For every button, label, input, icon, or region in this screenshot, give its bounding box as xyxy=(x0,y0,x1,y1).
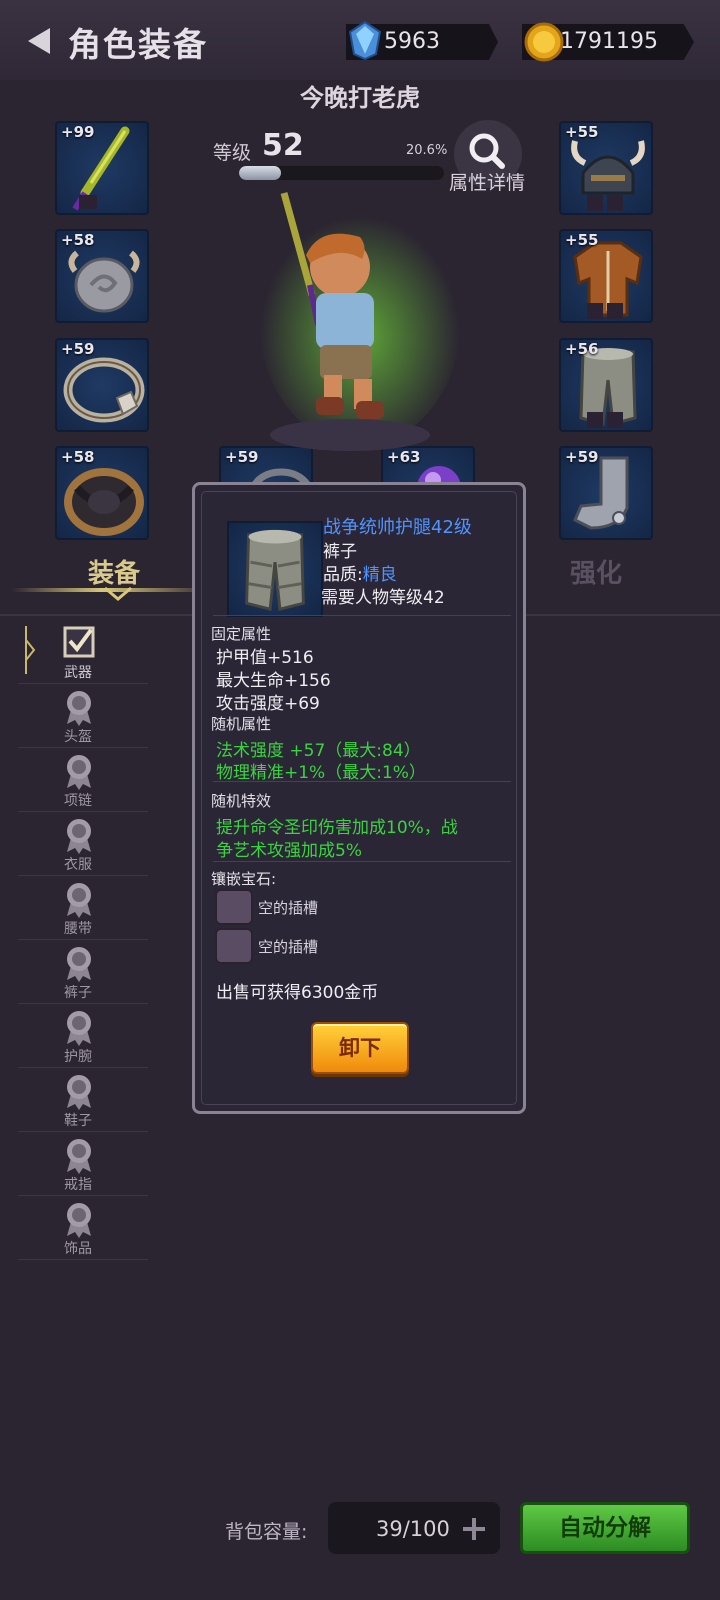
filter-label: 衣服 xyxy=(64,857,92,873)
gem-count: 5963 xyxy=(384,29,440,54)
slot-level: +55 xyxy=(565,231,599,249)
separator xyxy=(213,781,511,782)
separator xyxy=(213,861,511,862)
filter-label: 戒指 xyxy=(64,1177,92,1193)
effect-line-2: 争艺术攻强加成5% xyxy=(216,841,362,861)
sell-price: 出售可获得6300金币 xyxy=(216,983,379,1003)
filter-label: 饰品 xyxy=(64,1241,92,1257)
filter-item-bracer[interactable]: 护腕 xyxy=(18,1004,148,1068)
character-name: 今晚打老虎 xyxy=(300,84,420,112)
filter-label: 鞋子 xyxy=(64,1113,92,1129)
badge-icon xyxy=(67,883,91,918)
random-attr-precision: 物理精准+1%（最大:1%） xyxy=(216,763,426,783)
filter-item-belt[interactable]: 腰带 xyxy=(18,876,148,940)
filter-item-necklace[interactable]: 项链 xyxy=(18,748,148,812)
slot-level: +58 xyxy=(61,448,95,466)
filter-label: 项链 xyxy=(64,793,92,809)
page-title: 角色装备 xyxy=(68,25,208,64)
exp-bar xyxy=(239,166,444,180)
effect-line-1: 提升命令圣印伤害加成10%，战 xyxy=(216,818,458,838)
badge-icon xyxy=(67,755,91,790)
auto-decompose-button[interactable]: 自动分解 xyxy=(520,1502,690,1554)
filter-item-clothes[interactable]: 衣服 xyxy=(18,812,148,876)
level-label: 等级 xyxy=(213,142,252,164)
item-type: 裤子 xyxy=(323,542,357,562)
exp-percent: 20.6% xyxy=(406,143,448,158)
weapon-slot[interactable]: +99 xyxy=(55,121,149,215)
filter-item-weapon[interactable]: 武器 xyxy=(18,620,148,684)
filter-item-pants[interactable]: 裤子 xyxy=(18,940,148,1004)
back-icon[interactable] xyxy=(26,26,54,56)
gem-socket-1-label: 空的插槽 xyxy=(258,899,319,917)
gem-socket-1[interactable] xyxy=(215,889,253,925)
required-level: 需要人物等级42 xyxy=(321,588,445,608)
item-detail-popup: 战争统帅护腿42级 裤子 品质:精良 需要人物等级42 固定属性 护甲值+516… xyxy=(192,482,526,1114)
chevron-down-icon xyxy=(104,586,132,601)
fixed-attr-attack: 攻击强度+69 xyxy=(216,694,320,714)
badge-icon xyxy=(67,947,91,982)
badge-icon xyxy=(67,691,91,726)
badge-icon xyxy=(67,1075,91,1110)
level-value: 52 xyxy=(262,128,304,163)
separator xyxy=(213,615,511,616)
slot-level: +56 xyxy=(565,340,599,358)
slot-level: +58 xyxy=(61,231,95,249)
exp-bar-fill xyxy=(239,166,282,180)
gem-socket-2-label: 空的插槽 xyxy=(258,938,319,956)
ring-slot[interactable]: +59 xyxy=(55,338,149,432)
badge-icon xyxy=(67,819,91,854)
tab-equip[interactable]: 装备 xyxy=(88,553,140,590)
armor-slot[interactable]: +55 xyxy=(559,229,653,323)
quality-value: 精良 xyxy=(362,565,397,585)
quality-label: 品质: xyxy=(323,565,363,585)
filter-item-helmet[interactable]: 头盔 xyxy=(18,684,148,748)
tab-enhance[interactable]: 强化 xyxy=(570,553,622,590)
item-icon-frame xyxy=(227,521,323,617)
badge-icon xyxy=(67,1011,91,1046)
slot-level: +55 xyxy=(565,123,599,141)
filter-label: 护腕 xyxy=(64,1049,92,1065)
pants-slot[interactable]: +56 xyxy=(559,338,653,432)
slot-level: +59 xyxy=(61,340,95,358)
fixed-attr-armor: 护甲值+516 xyxy=(216,648,314,668)
filter-label: 裤子 xyxy=(64,985,92,1001)
bag-capacity-value: 39/100 xyxy=(376,1517,450,1541)
gold-count: 1791195 xyxy=(560,29,658,54)
slot-level: +59 xyxy=(565,448,599,466)
equipment-filter-list: 武器 头盔 项链 衣服 腰带 裤子 护腕 鞋子 戒指 饰品 xyxy=(18,620,148,1260)
filter-label: 腰带 xyxy=(64,921,92,937)
bag-capacity-label: 背包容量: xyxy=(225,1521,308,1543)
fixed-attr-title: 固定属性 xyxy=(211,625,272,643)
helmet-slot[interactable]: +55 xyxy=(559,121,653,215)
tab-indicator xyxy=(12,588,192,592)
badge-icon xyxy=(67,1203,91,1238)
plus-icon[interactable] xyxy=(460,1515,488,1543)
fixed-attr-health: 最大生命+156 xyxy=(216,671,331,691)
item-name: 战争统帅护腿42级 xyxy=(323,517,472,538)
amulet-slot[interactable]: +58 xyxy=(55,229,149,323)
filter-label: 武器 xyxy=(64,665,92,681)
filter-item-accessory[interactable]: 饰品 xyxy=(18,1196,148,1260)
gem-title: 镶嵌宝石: xyxy=(211,870,277,888)
bracer-slot[interactable]: +59 xyxy=(559,446,653,540)
pants-icon xyxy=(245,529,305,611)
coin-icon xyxy=(524,22,564,62)
unequip-button[interactable]: 卸下 xyxy=(311,1022,409,1074)
gem-icon xyxy=(348,20,382,60)
slot-level: +99 xyxy=(61,123,95,141)
effect-title: 随机特效 xyxy=(211,792,272,810)
character-model xyxy=(260,192,460,451)
filter-item-shoes[interactable]: 鞋子 xyxy=(18,1068,148,1132)
gem-socket-2[interactable] xyxy=(215,928,253,964)
badge-icon xyxy=(67,1139,91,1174)
random-attr-title: 随机属性 xyxy=(211,715,272,733)
belt-slot[interactable]: +58 xyxy=(55,446,149,540)
item-quality: 品质:精良 xyxy=(323,560,397,585)
filter-label: 头盔 xyxy=(64,729,92,745)
filter-item-ring[interactable]: 戒指 xyxy=(18,1132,148,1196)
checkbox-icon xyxy=(63,626,95,658)
